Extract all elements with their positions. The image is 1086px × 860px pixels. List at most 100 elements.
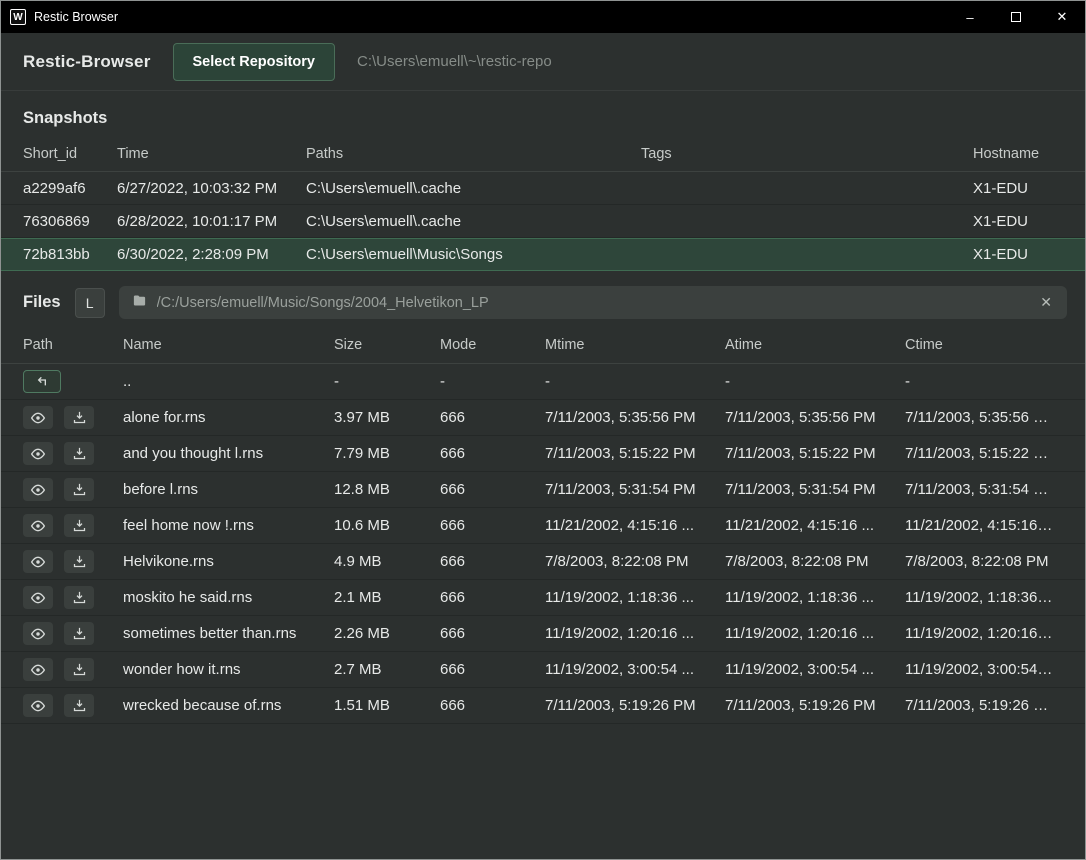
download-file-button[interactable] bbox=[64, 406, 94, 429]
maximize-button[interactable] bbox=[993, 1, 1039, 33]
go-up-button[interactable] bbox=[23, 370, 61, 393]
file-mtime: 7/11/2003, 5:19:26 PM bbox=[545, 697, 725, 714]
file-row: wonder how it.rns 2.7 MB 666 11/19/2002,… bbox=[1, 652, 1085, 688]
view-file-button[interactable] bbox=[23, 406, 53, 429]
files-table: Path Name Size Mode Mtime Atime Ctime ..… bbox=[1, 329, 1085, 724]
download-icon bbox=[72, 410, 87, 425]
col-mtime: Mtime bbox=[545, 337, 725, 353]
download-icon bbox=[72, 482, 87, 497]
file-ctime: 7/8/2003, 8:22:08 PM bbox=[905, 553, 1063, 570]
parent-directory-row: .. - - - - - bbox=[1, 364, 1085, 400]
col-name: Name bbox=[123, 337, 334, 353]
file-mode: 666 bbox=[440, 589, 545, 606]
snapshot-row-selected[interactable]: 72b813bb 6/30/2022, 2:28:09 PM C:\Users\… bbox=[1, 238, 1085, 271]
file-size: 3.97 MB bbox=[334, 409, 440, 426]
download-icon bbox=[72, 626, 87, 641]
file-ctime: 11/19/2002, 1:20:16 ... bbox=[905, 625, 1063, 642]
app-brand: Restic-Browser bbox=[23, 52, 151, 72]
download-file-button[interactable] bbox=[64, 514, 94, 537]
snapshot-row[interactable]: 76306869 6/28/2022, 10:01:17 PM C:\Users… bbox=[1, 205, 1085, 238]
view-file-button[interactable] bbox=[23, 586, 53, 609]
file-row: moskito he said.rns 2.1 MB 666 11/19/200… bbox=[1, 580, 1085, 616]
file-ctime: 7/11/2003, 5:35:56 PM bbox=[905, 409, 1063, 426]
snapshot-row[interactable]: a2299af6 6/27/2022, 10:03:32 PM C:\Users… bbox=[1, 172, 1085, 205]
restic-browser-window: W Restic Browser – ✕ Restic-Browser Sele… bbox=[0, 0, 1086, 860]
clear-path-icon[interactable]: ✕ bbox=[1038, 294, 1054, 311]
download-file-button[interactable] bbox=[64, 586, 94, 609]
view-file-button[interactable] bbox=[23, 694, 53, 717]
eye-icon bbox=[30, 410, 46, 426]
eye-icon bbox=[30, 590, 46, 606]
files-path-bar[interactable]: /C:/Users/emuell/Music/Songs/2004_Helvet… bbox=[119, 286, 1067, 319]
download-file-button[interactable] bbox=[64, 478, 94, 501]
file-mode: - bbox=[440, 373, 545, 390]
view-file-button[interactable] bbox=[23, 478, 53, 501]
file-size: 2.7 MB bbox=[334, 661, 440, 678]
download-icon bbox=[72, 554, 87, 569]
file-name: wrecked because of.rns bbox=[123, 697, 334, 714]
view-file-button[interactable] bbox=[23, 550, 53, 573]
file-mtime: 7/11/2003, 5:15:22 PM bbox=[545, 445, 725, 462]
download-file-button[interactable] bbox=[64, 658, 94, 681]
file-name: Helvikone.rns bbox=[123, 553, 334, 570]
snapshots-table-header: Short_id Time Paths Tags Hostname bbox=[1, 128, 1085, 172]
file-name: sometimes better than.rns bbox=[123, 625, 334, 642]
col-hostname: Hostname bbox=[973, 146, 1063, 162]
file-size: - bbox=[334, 373, 440, 390]
file-row: sometimes better than.rns 2.26 MB 666 11… bbox=[1, 616, 1085, 652]
eye-icon bbox=[30, 698, 46, 714]
view-file-button[interactable] bbox=[23, 622, 53, 645]
minimize-button[interactable]: – bbox=[947, 1, 993, 33]
file-atime: 11/19/2002, 3:00:54 ... bbox=[725, 661, 905, 678]
col-path: Path bbox=[23, 337, 123, 353]
file-mtime: 11/19/2002, 1:18:36 ... bbox=[545, 589, 725, 606]
file-ctime: 11/21/2002, 4:15:16 ... bbox=[905, 517, 1063, 534]
eye-icon bbox=[30, 446, 46, 462]
view-file-button[interactable] bbox=[23, 658, 53, 681]
eye-icon bbox=[30, 554, 46, 570]
view-file-button[interactable] bbox=[23, 442, 53, 465]
files-title: Files bbox=[23, 293, 61, 312]
col-atime: Atime bbox=[725, 337, 905, 353]
file-atime: 11/21/2002, 4:15:16 ... bbox=[725, 517, 905, 534]
file-name: before l.rns bbox=[123, 481, 334, 498]
col-mode: Mode bbox=[440, 337, 545, 353]
file-row: alone for.rns 3.97 MB 666 7/11/2003, 5:3… bbox=[1, 400, 1085, 436]
snapshot-time: 6/27/2022, 10:03:32 PM bbox=[117, 180, 306, 197]
file-ctime: 11/19/2002, 3:00:54 ... bbox=[905, 661, 1063, 678]
file-row: and you thought l.rns 7.79 MB 666 7/11/2… bbox=[1, 436, 1085, 472]
select-repository-button[interactable]: Select Repository bbox=[173, 43, 336, 81]
file-size: 1.51 MB bbox=[334, 697, 440, 714]
close-button[interactable]: ✕ bbox=[1039, 1, 1085, 33]
file-row: Helvikone.rns 4.9 MB 666 7/8/2003, 8:22:… bbox=[1, 544, 1085, 580]
file-ctime: - bbox=[905, 373, 1063, 390]
file-mode: 666 bbox=[440, 481, 545, 498]
file-size: 2.26 MB bbox=[334, 625, 440, 642]
tree-view-toggle-button[interactable]: L bbox=[75, 288, 105, 318]
download-file-button[interactable] bbox=[64, 550, 94, 573]
download-icon bbox=[72, 662, 87, 677]
file-row: before l.rns 12.8 MB 666 7/11/2003, 5:31… bbox=[1, 472, 1085, 508]
download-icon bbox=[72, 590, 87, 605]
file-mode: 666 bbox=[440, 553, 545, 570]
download-file-button[interactable] bbox=[64, 442, 94, 465]
download-file-button[interactable] bbox=[64, 622, 94, 645]
col-paths: Paths bbox=[306, 146, 641, 162]
file-mtime: 7/11/2003, 5:35:56 PM bbox=[545, 409, 725, 426]
file-ctime: 11/19/2002, 1:18:36 ... bbox=[905, 589, 1063, 606]
repository-path: C:\Users\emuell\~\restic-repo bbox=[357, 53, 552, 70]
eye-icon bbox=[30, 626, 46, 642]
app-logo-icon: W bbox=[10, 9, 26, 25]
view-file-button[interactable] bbox=[23, 514, 53, 537]
return-up-icon bbox=[34, 374, 50, 390]
snapshot-hostname: X1-EDU bbox=[973, 213, 1063, 230]
col-tags: Tags bbox=[641, 146, 973, 162]
file-size: 10.6 MB bbox=[334, 517, 440, 534]
files-table-header: Path Name Size Mode Mtime Atime Ctime bbox=[1, 329, 1085, 364]
titlebar: W Restic Browser – ✕ bbox=[1, 1, 1085, 33]
col-ctime: Ctime bbox=[905, 337, 1063, 353]
download-file-button[interactable] bbox=[64, 694, 94, 717]
file-name[interactable]: .. bbox=[123, 373, 334, 390]
col-short-id: Short_id bbox=[23, 146, 117, 162]
file-atime: 7/11/2003, 5:19:26 PM bbox=[725, 697, 905, 714]
